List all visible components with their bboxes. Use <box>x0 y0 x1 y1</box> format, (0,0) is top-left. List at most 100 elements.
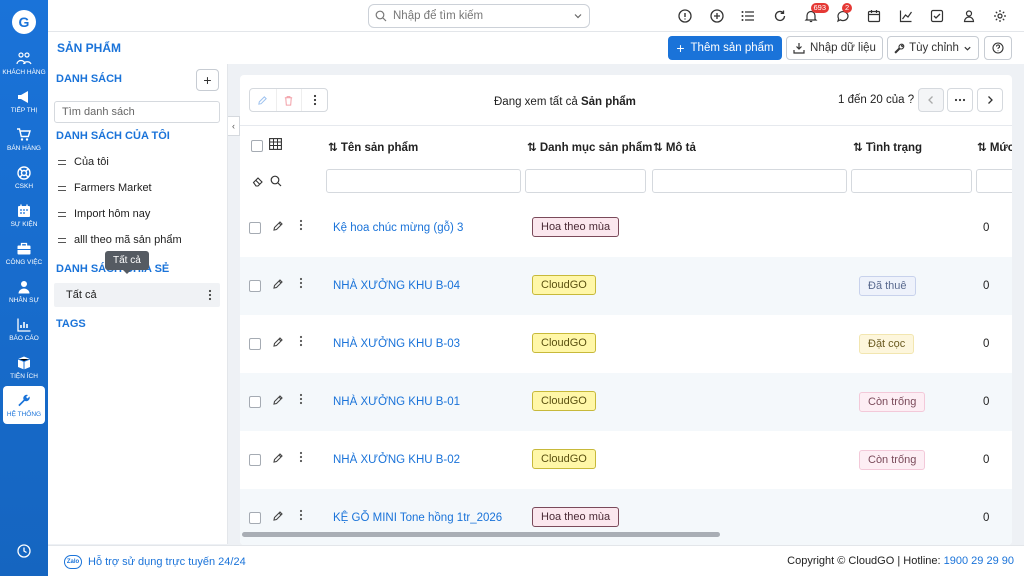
page-header: SẢN PHẨM + Thêm sản phẩm Nhập dữ liệu Tù… <box>48 32 1024 64</box>
more-vertical-icon[interactable] <box>299 451 303 463</box>
support-link[interactable]: Zalo Hỗ trợ sử dụng trực tuyến 24/24 <box>64 555 246 569</box>
nav-item-briefcase[interactable]: CÔNG VIỆC <box>0 234 48 272</box>
bulk-more-button[interactable] <box>301 89 327 111</box>
status-badge: Còn trống <box>859 392 926 412</box>
global-search-input[interactable]: Nhập để tìm kiếm <box>368 4 590 28</box>
product-name-link[interactable]: Kệ hoa chúc mừng (gỗ) 3 <box>333 222 463 234</box>
notifications-button[interactable]: 693 <box>796 0 830 32</box>
filter-status-input[interactable] <box>851 169 972 193</box>
my-list-item[interactable]: alll theo mã sản phẩm <box>58 234 182 246</box>
pencil-icon[interactable] <box>272 220 284 232</box>
app-logo[interactable]: G <box>0 0 48 44</box>
list-button[interactable] <box>733 0 765 32</box>
horizontal-scrollbar[interactable] <box>240 531 1012 539</box>
column-description[interactable]: ⇅ Mô tả <box>653 140 696 154</box>
row-checkbox[interactable] <box>249 396 261 408</box>
settings-button[interactable] <box>985 0 1017 32</box>
select-all-checkbox[interactable] <box>251 140 263 152</box>
nav-item-cart[interactable]: BÁN HÀNG <box>0 120 48 158</box>
add-product-button[interactable]: + Thêm sản phẩm <box>668 36 782 60</box>
eraser-icon[interactable] <box>252 175 265 187</box>
product-name-link[interactable]: NHÀ XƯỞNG KHU B-03 <box>333 338 460 350</box>
customize-button[interactable]: Tùy chỉnh <box>887 36 979 60</box>
next-page-button[interactable] <box>977 88 1003 112</box>
import-data-button[interactable]: Nhập dữ liệu <box>786 36 883 60</box>
product-name-link[interactable]: NHÀ XƯỞNG KHU B-01 <box>333 396 460 408</box>
column-level[interactable]: ⇅ Mức <box>977 140 1012 154</box>
prev-page-button[interactable] <box>918 88 944 112</box>
column-status[interactable]: ⇅ Tình trạng <box>853 140 922 154</box>
row-checkbox[interactable] <box>249 338 261 350</box>
collapse-sidebar-button[interactable]: ‹ <box>228 116 240 136</box>
customize-label: Tùy chỉnh <box>909 42 959 54</box>
row-checkbox[interactable] <box>249 454 261 466</box>
my-list-item[interactable]: Farmers Market <box>58 182 152 194</box>
filter-category-input[interactable] <box>525 169 646 193</box>
product-name-link[interactable]: NHÀ XƯỞNG KHU B-02 <box>333 454 460 466</box>
pencil-icon[interactable] <box>272 336 284 348</box>
more-vertical-icon[interactable] <box>299 277 303 289</box>
my-list-label: Farmers Market <box>74 182 152 194</box>
nav-item-users[interactable]: KHÁCH HÀNG <box>0 44 48 82</box>
refresh-button[interactable] <box>764 0 796 32</box>
row-checkbox[interactable] <box>249 280 261 292</box>
filter-name-input[interactable] <box>326 169 521 193</box>
calendar-button[interactable] <box>859 0 891 32</box>
bulk-delete-button[interactable] <box>275 89 302 111</box>
view-module: Sản phẩm <box>580 96 636 108</box>
more-vertical-icon[interactable] <box>299 509 303 521</box>
nav-item-chart[interactable]: BÁO CÁO <box>0 310 48 348</box>
search-icon[interactable] <box>270 175 282 187</box>
nav-item-wrench[interactable]: HỆ THỐNG <box>3 386 45 424</box>
clock-button[interactable] <box>0 544 48 558</box>
pencil-icon[interactable] <box>272 278 284 290</box>
pencil-icon[interactable] <box>272 452 284 464</box>
table-row: Kệ hoa chúc mừng (gỗ) 3 Hoa theo mùa 0 <box>240 199 1012 257</box>
more-vertical-icon[interactable] <box>299 219 303 231</box>
column-name-label: Tên sản phẩm <box>340 142 419 154</box>
add-list-button[interactable]: + <box>196 69 219 91</box>
nav-item-label: TIỆN ÍCH <box>10 372 38 380</box>
column-category[interactable]: ⇅ Danh mục sản phẩm <box>527 140 652 154</box>
more-vertical-icon[interactable] <box>208 289 212 304</box>
nav-item-calendar[interactable]: SỰ KIỆN <box>0 196 48 234</box>
plus-circle-icon <box>710 9 724 23</box>
column-name[interactable]: ⇅ Tên sản phẩm <box>328 140 418 154</box>
nav-item-lifebuoy[interactable]: CSKH <box>0 158 48 196</box>
profile-button[interactable] <box>953 0 985 32</box>
analytics-button[interactable] <box>890 0 922 32</box>
filter-description-input[interactable] <box>652 169 847 193</box>
info-button[interactable] <box>670 0 702 32</box>
help-button[interactable] <box>984 36 1012 60</box>
search-placeholder: Nhập để tìm kiếm <box>393 10 484 22</box>
row-checkbox[interactable] <box>249 512 261 524</box>
nav-item-megaphone[interactable]: TIẾP THỊ <box>0 82 48 120</box>
nav-item-box[interactable]: TIỆN ÍCH <box>0 348 48 386</box>
more-vertical-icon[interactable] <box>299 335 303 347</box>
bulk-edit-button[interactable] <box>250 89 276 111</box>
tasks-button[interactable] <box>922 0 954 32</box>
table-columns-icon[interactable] <box>269 138 282 150</box>
my-list-item[interactable]: Import hôm nay <box>58 208 150 220</box>
more-vertical-icon[interactable] <box>299 393 303 405</box>
add-product-label: Thêm sản phẩm <box>690 42 774 54</box>
pencil-icon[interactable] <box>272 394 284 406</box>
table-row: NHÀ XƯỞNG KHU B-04 CloudGO Đã thuê 0 <box>240 257 1012 315</box>
nav-item-person[interactable]: NHÂN SỰ <box>0 272 48 310</box>
scrollbar-thumb[interactable] <box>242 532 720 537</box>
row-checkbox[interactable] <box>249 222 261 234</box>
hotline-number[interactable]: 1900 29 29 90 <box>944 555 1014 567</box>
page-more-button[interactable] <box>947 88 973 112</box>
product-name-link[interactable]: NHÀ XƯỞNG KHU B-04 <box>333 280 460 292</box>
add-button[interactable] <box>701 0 733 32</box>
product-name-link[interactable]: KỆ GỖ MINI Tone hồng 1tr_2026 <box>333 512 502 524</box>
filter-level-input[interactable] <box>976 169 1012 193</box>
messages-button[interactable]: 2 <box>827 0 859 32</box>
search-icon <box>375 10 387 22</box>
shared-list-item[interactable]: Tất cả <box>54 283 220 307</box>
chevron-down-icon <box>574 14 582 19</box>
pencil-icon[interactable] <box>272 510 284 522</box>
my-list-item[interactable]: Của tôi <box>58 156 109 168</box>
list-search-input[interactable]: Tìm danh sách <box>54 101 220 123</box>
status-badge: Đặt cọc <box>859 334 915 354</box>
